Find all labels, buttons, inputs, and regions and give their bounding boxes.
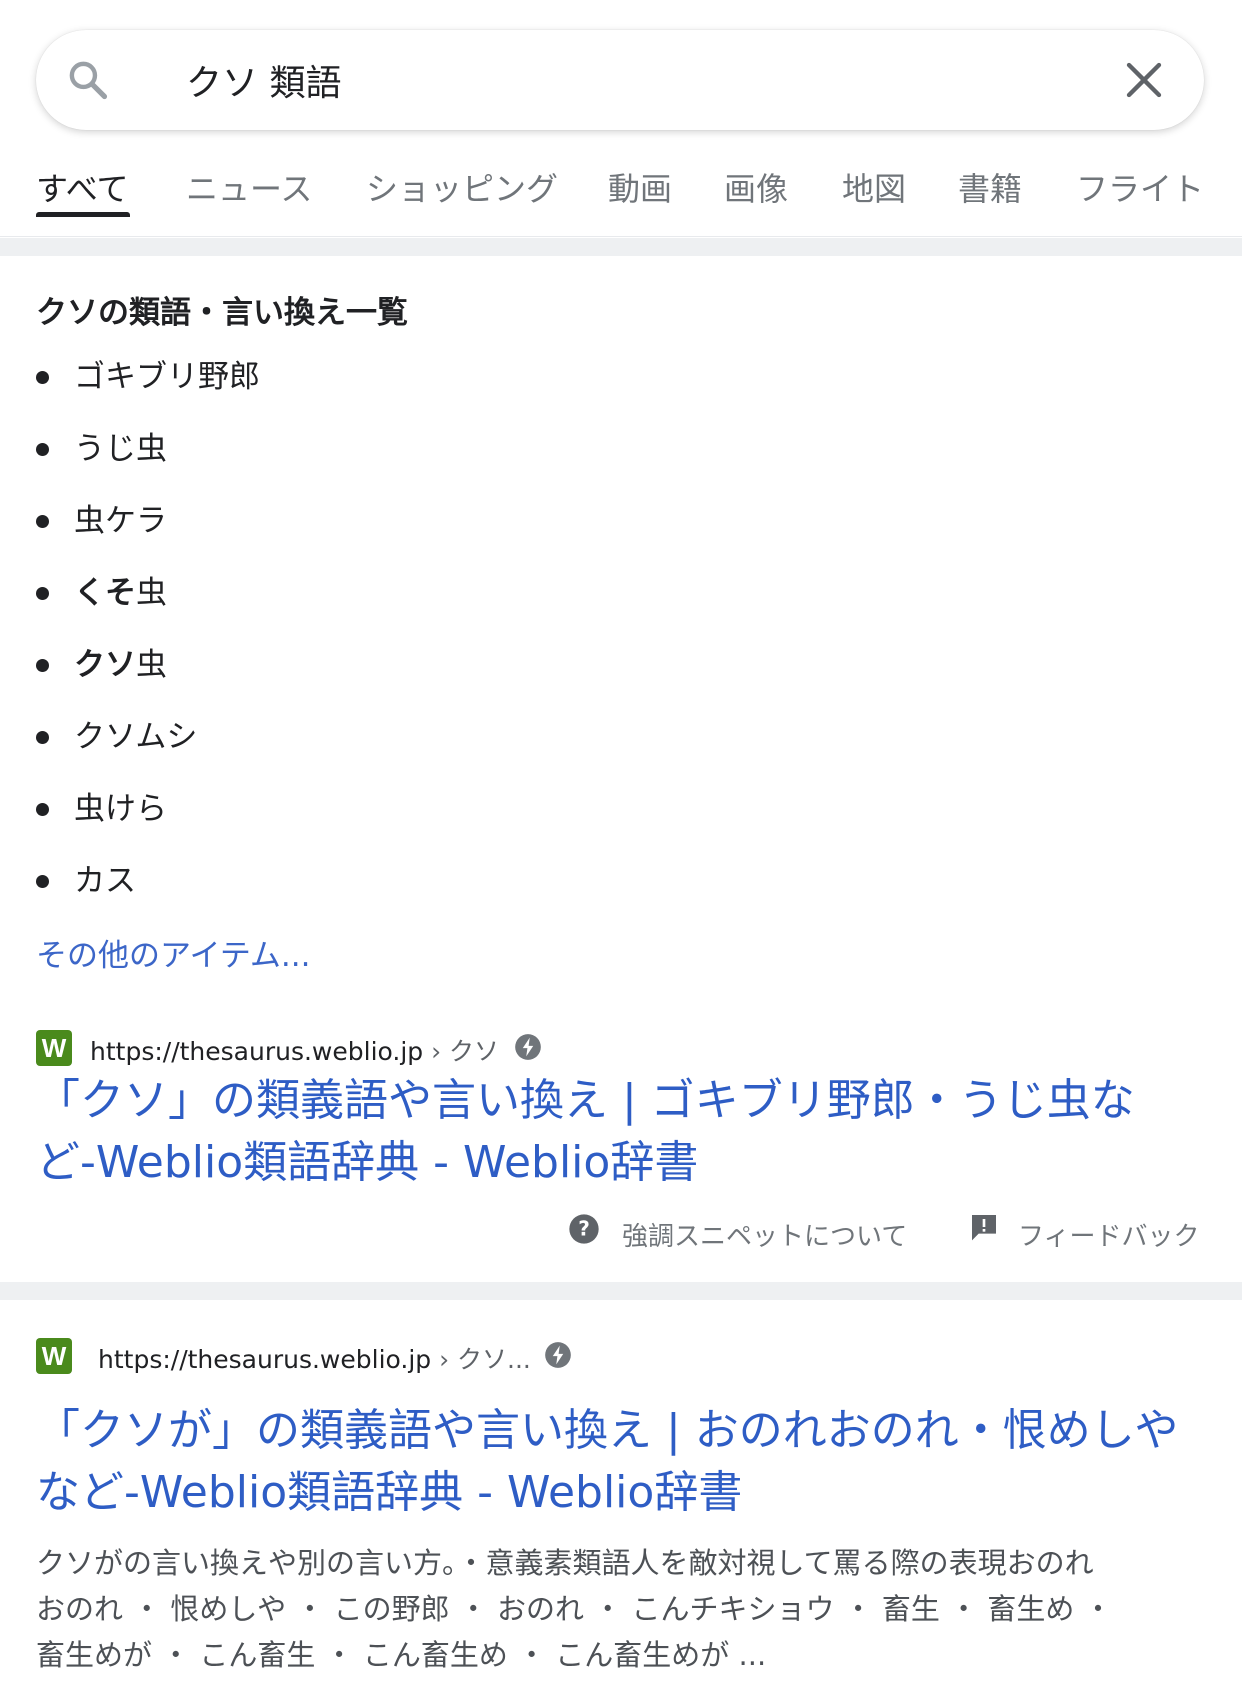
result-url[interactable]: https://thesaurus.weblio.jp › クソ... bbox=[98, 1340, 531, 1376]
list-item: クソムシ bbox=[36, 705, 260, 777]
search-tabs: すべて ニュース ショッピング 動画 画像 地図 書籍 フライト bbox=[0, 150, 1242, 237]
search-results-page: すべて ニュース ショッピング 動画 画像 地図 書籍 フライト クソの類語・言… bbox=[0, 0, 1242, 1688]
tabs-scroll-fade bbox=[1226, 150, 1242, 236]
result-url[interactable]: https://thesaurus.weblio.jp › クソ bbox=[90, 1032, 499, 1068]
list-item: クソ虫 bbox=[36, 633, 260, 705]
section-divider bbox=[0, 238, 1242, 256]
tab-all[interactable]: すべて bbox=[36, 164, 128, 210]
tab-videos[interactable]: 動画 bbox=[608, 164, 672, 210]
active-tab-indicator bbox=[36, 212, 130, 217]
feedback-icon[interactable] bbox=[968, 1211, 1000, 1243]
bullet-icon bbox=[36, 371, 49, 384]
tab-maps[interactable]: 地図 bbox=[842, 164, 906, 210]
weblio-favicon: W bbox=[36, 1030, 72, 1066]
synonym-list: ゴキブリ野郎 うじ虫 虫ケラ くそ虫 クソ虫 クソムシ 虫けら カス bbox=[36, 345, 260, 921]
list-item: 虫ケラ bbox=[36, 489, 260, 561]
bullet-icon bbox=[36, 515, 49, 528]
tab-images[interactable]: 画像 bbox=[724, 164, 788, 210]
snippet-title: クソの類語・言い換え一覧 bbox=[36, 295, 408, 331]
list-item: 虫けら bbox=[36, 777, 260, 849]
svg-text:?: ? bbox=[578, 1217, 590, 1241]
result-title[interactable]: 「クソが」の類義語や言い換え | おのれおのれ・恨めしや など-Weblio類語… bbox=[36, 1400, 1216, 1524]
tab-news[interactable]: ニュース bbox=[186, 164, 312, 210]
about-snippets-link[interactable]: 強調スニペットについて bbox=[622, 1216, 907, 1253]
snippet-result-title[interactable]: 「クソ」の類義語や言い換え | ゴキブリ野郎・うじ虫な ど-Weblio類語辞典… bbox=[36, 1070, 1216, 1194]
tab-books[interactable]: 書籍 bbox=[958, 164, 1022, 210]
section-divider bbox=[0, 1282, 1242, 1300]
bullet-icon bbox=[36, 659, 49, 672]
amp-lightning-icon bbox=[545, 1342, 571, 1368]
search-input[interactable] bbox=[150, 50, 1050, 110]
bullet-icon bbox=[36, 587, 49, 600]
result-description: クソがの言い換えや別の言い方。・意義素類語人を敵対視して罵る際の表現おのれ おの… bbox=[36, 1546, 1113, 1672]
list-item: うじ虫 bbox=[36, 417, 260, 489]
weblio-favicon: W bbox=[36, 1338, 72, 1374]
search-icon[interactable] bbox=[66, 58, 110, 102]
search-bar[interactable] bbox=[36, 30, 1204, 130]
more-items-link[interactable]: その他のアイテム... bbox=[36, 930, 310, 975]
amp-lightning-icon bbox=[515, 1034, 541, 1060]
list-item: ゴキブリ野郎 bbox=[36, 345, 260, 417]
tab-shopping[interactable]: ショッピング bbox=[366, 164, 558, 210]
bullet-icon bbox=[36, 731, 49, 744]
bullet-icon bbox=[36, 443, 49, 456]
close-icon[interactable] bbox=[1124, 60, 1164, 100]
list-item: カス bbox=[36, 849, 260, 921]
bullet-icon bbox=[36, 875, 49, 888]
tab-flights[interactable]: フライト bbox=[1076, 164, 1204, 210]
help-icon[interactable]: ? bbox=[568, 1213, 600, 1245]
list-item: くそ虫 bbox=[36, 561, 260, 633]
feedback-link[interactable]: フィードバック bbox=[1018, 1216, 1199, 1253]
bullet-icon bbox=[36, 803, 49, 816]
